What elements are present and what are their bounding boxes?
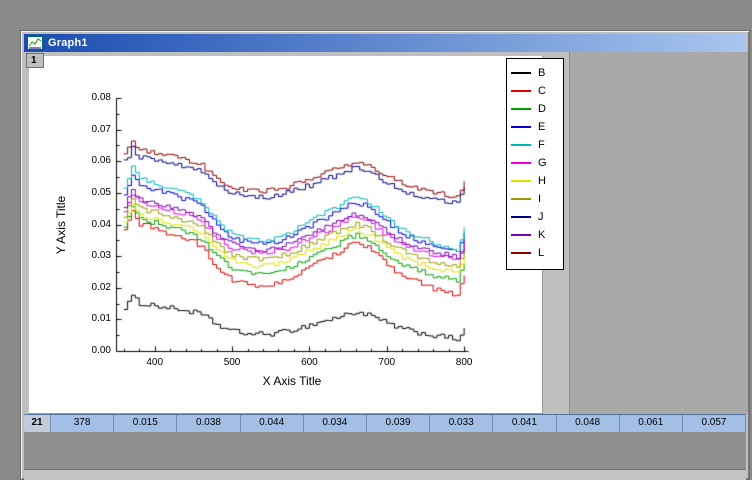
legend-entry[interactable]: C xyxy=(507,82,563,100)
legend-label: B xyxy=(538,67,546,79)
bottom-area xyxy=(24,431,746,480)
worksheet-cell[interactable]: 0.048 xyxy=(557,415,620,432)
legend-line-sample xyxy=(511,216,531,218)
legend-line-sample xyxy=(511,144,531,146)
x-tick-label: 800 xyxy=(455,357,473,368)
legend-entry[interactable]: K xyxy=(507,226,563,244)
status-band xyxy=(24,469,746,480)
legend-entry[interactable]: G xyxy=(507,154,563,172)
legend-line-sample xyxy=(511,90,531,92)
worksheet-cell[interactable]: 0.038 xyxy=(177,415,241,432)
x-axis-title: X Axis Title xyxy=(262,374,322,388)
worksheet-cell[interactable]: 0.034 xyxy=(304,415,367,432)
legend-label: C xyxy=(538,85,546,97)
page-number-tab[interactable]: 1 xyxy=(26,53,44,68)
legend-entry[interactable]: B xyxy=(507,64,563,82)
y-tick-label: 0.02 xyxy=(91,281,111,293)
workspace-area xyxy=(569,52,748,414)
legend-entry[interactable]: L xyxy=(507,244,563,262)
worksheet-cell[interactable]: 0.015 xyxy=(114,415,178,432)
legend-entry[interactable]: E xyxy=(507,118,563,136)
legend-line-sample xyxy=(511,72,531,74)
y-tick-label: 0.05 xyxy=(91,186,111,198)
y-axis-title: Y Axis Title xyxy=(54,195,68,255)
legend-entry[interactable]: D xyxy=(507,100,563,118)
legend-label: K xyxy=(538,229,546,241)
legend-entry[interactable]: J xyxy=(507,208,563,226)
legend-label: L xyxy=(538,247,545,259)
legend-line-sample xyxy=(511,252,531,254)
legend-line-sample xyxy=(511,126,531,128)
worksheet-cell[interactable]: 0.057 xyxy=(683,415,747,432)
graph1-window: Graph1 X Axis Title Y Axis Title 400 500 6… xyxy=(20,30,750,480)
legend-label: E xyxy=(538,121,546,133)
graph-icon xyxy=(27,36,43,50)
legend-label: H xyxy=(538,175,546,187)
worksheet-cell[interactable]: 0.044 xyxy=(241,415,304,432)
worksheet-cell[interactable]: 0.061 xyxy=(620,415,683,432)
x-tick-label: 600 xyxy=(301,357,318,368)
x-tick-label: 500 xyxy=(223,357,241,368)
titlebar[interactable]: Graph1 xyxy=(24,34,746,52)
row-header-cell[interactable]: 21 xyxy=(24,415,51,432)
legend-line-sample xyxy=(511,162,531,164)
legend-line-sample xyxy=(511,198,531,200)
x-tick-label: 400 xyxy=(146,357,164,368)
legend-line-sample xyxy=(511,180,531,182)
graph-window-icon[interactable] xyxy=(27,36,43,50)
legend-label: F xyxy=(538,139,545,151)
y-tick-label: 0.03 xyxy=(91,250,111,262)
y-tick-label: 0.08 xyxy=(91,92,111,103)
y-tick-label: 0.06 xyxy=(91,155,111,167)
worksheet-cell[interactable]: 0.039 xyxy=(367,415,431,432)
screen: { "window": { "title": "Graph1", "page_t… xyxy=(0,0,752,480)
window-title: Graph1 xyxy=(48,37,88,49)
worksheet-row[interactable]: 21 378 0.015 0.038 0.044 0.034 0.039 0.033 0.041… xyxy=(24,414,747,432)
legend-entry[interactable]: H xyxy=(507,172,563,190)
legend-entry[interactable]: I xyxy=(507,190,563,208)
legend-label: J xyxy=(538,211,544,223)
worksheet-cell[interactable]: 0.033 xyxy=(430,415,494,432)
legend-label: G xyxy=(538,157,547,169)
x-tick-label: 700 xyxy=(378,357,396,368)
legend-line-sample xyxy=(511,234,531,236)
legend-box[interactable]: BCDEFGHIJKL xyxy=(506,58,564,270)
legend-line-sample xyxy=(511,108,531,110)
worksheet-cell[interactable]: 0.041 xyxy=(493,415,557,432)
y-tick-label: 0.00 xyxy=(91,345,111,356)
legend-label: D xyxy=(538,103,546,115)
legend-label: I xyxy=(538,193,542,205)
graph-page[interactable]: X Axis Title Y Axis Title 400 500 600 700 80… xyxy=(29,56,543,414)
y-tick-label: 0.07 xyxy=(91,123,111,135)
legend-entry[interactable]: F xyxy=(507,136,563,154)
y-tick-label: 0.04 xyxy=(91,218,111,230)
worksheet-cell[interactable]: 378 xyxy=(51,415,115,432)
y-tick-label: 0.01 xyxy=(91,313,111,325)
